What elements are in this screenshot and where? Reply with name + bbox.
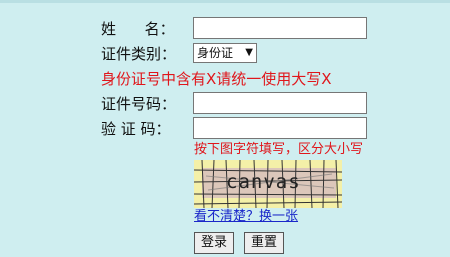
id-number-label: 证件号码： — [101, 95, 177, 113]
dropdown-arrow-icon: ▼ — [245, 47, 253, 58]
id-warning-text: 身份证号中含有X请统一使用大写X — [101, 70, 332, 88]
name-label: 姓 名： — [101, 20, 175, 38]
id-type-selected-value: 身份证 — [197, 46, 234, 60]
login-button[interactable]: 登录 — [194, 232, 234, 254]
reset-button[interactable]: 重置 — [244, 232, 284, 254]
captcha-input[interactable] — [193, 117, 367, 139]
captcha-text: canvas — [226, 171, 301, 193]
id-type-label: 证件类别： — [101, 45, 177, 63]
captcha-label: 验 证 码： — [101, 120, 171, 138]
refresh-captcha-link[interactable]: 看不清楚？换一张 — [194, 209, 298, 225]
id-number-input[interactable] — [193, 92, 367, 114]
captcha-hint: 按下图字符填写，区分大小写 — [194, 142, 364, 157]
name-input[interactable] — [193, 17, 367, 39]
captcha-image: canvas — [194, 160, 342, 208]
id-type-select[interactable]: 身份证 ▼ — [193, 43, 257, 63]
top-border — [0, 0, 450, 3]
